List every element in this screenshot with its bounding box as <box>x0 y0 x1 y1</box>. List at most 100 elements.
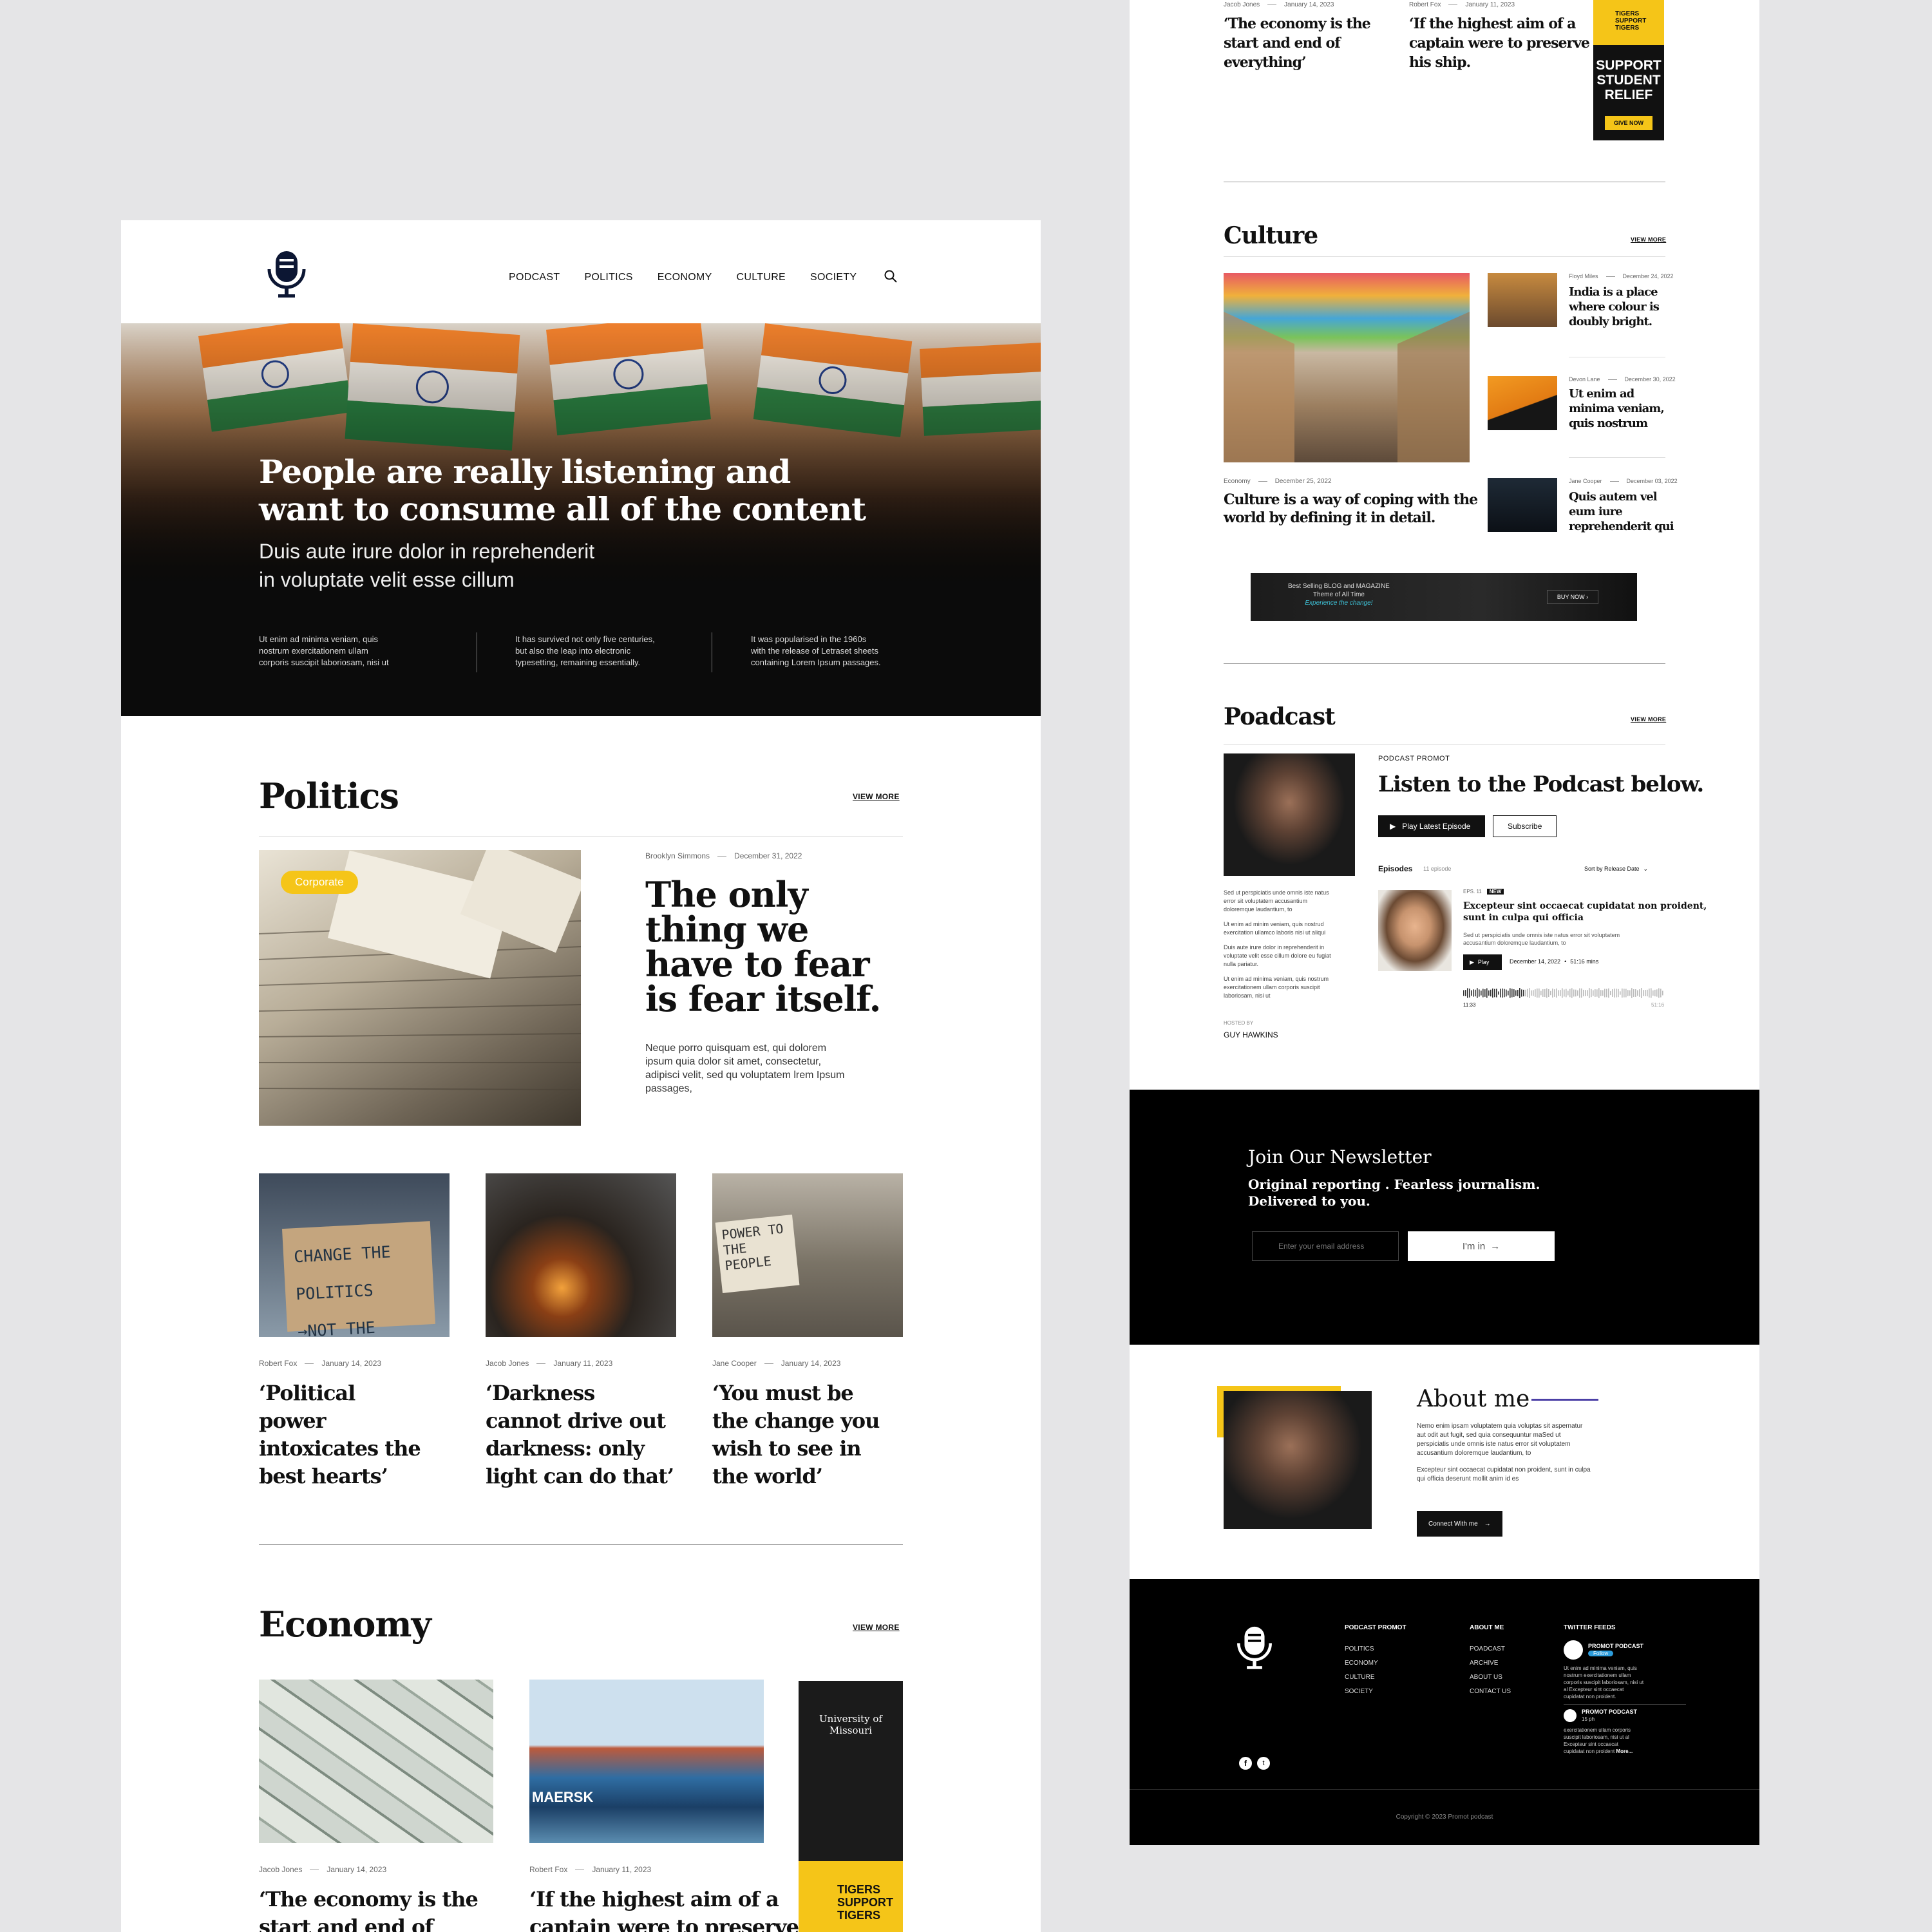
footer-link[interactable]: ECONOMY <box>1345 1660 1406 1667</box>
episode-play-button[interactable]: ▶ Play <box>1463 954 1502 970</box>
waveform-bar <box>1581 988 1582 998</box>
waveform-bar <box>1527 989 1528 998</box>
waveform-bar <box>1651 988 1652 998</box>
subscribe-button[interactable]: Subscribe <box>1493 815 1557 837</box>
waveform-bar <box>1649 989 1650 998</box>
text-line: Ut enim ad minim veniam, quis nostrud <box>1224 921 1324 927</box>
newsletter-submit-button[interactable]: I'm in → <box>1408 1231 1555 1261</box>
view-more-podcast[interactable]: VIEW MORE <box>1631 716 1666 723</box>
footer-logo[interactable] <box>1234 1623 1275 1671</box>
text-line: Sed ut perspiciatis unde omnis iste natu… <box>1224 889 1329 896</box>
newsletter-email-input[interactable] <box>1252 1231 1399 1261</box>
waveform-bar <box>1473 989 1474 997</box>
blog-theme-banner[interactable]: Best Selling BLOG and MAGAZINE Theme of … <box>1251 573 1637 621</box>
title-line: wish to see in <box>712 1436 862 1461</box>
economy-ad-banner[interactable]: University of Missouri TIGERS SUPPORT TI… <box>799 1681 903 1932</box>
card-title[interactable]: ‘Political power intoxicates the best heart… <box>259 1379 421 1490</box>
host-portrait <box>1224 753 1355 876</box>
culture-side-title[interactable]: Quis autem vel eum iure reprehenderit qui <box>1569 489 1674 534</box>
facebook-icon[interactable]: f <box>1239 1757 1252 1770</box>
title-line: ‘Political <box>259 1381 355 1405</box>
footer-link[interactable]: CULTURE <box>1345 1674 1406 1681</box>
newsletter-section <box>1130 1090 1759 1345</box>
more-link[interactable]: More... <box>1616 1748 1633 1754</box>
play-latest-button[interactable]: ▶ Play Latest Episode <box>1378 815 1485 837</box>
buy-now-button[interactable]: BUY NOW › <box>1547 590 1598 604</box>
waveform-bar <box>1631 988 1633 998</box>
waveform-bar <box>1477 988 1478 998</box>
view-more-politics[interactable]: VIEW MORE <box>853 792 900 801</box>
publish-date: January 14, 2023 <box>1284 1 1334 8</box>
footer-link[interactable]: CONTACT US <box>1470 1688 1511 1695</box>
connect-button[interactable]: Connect With me → <box>1417 1511 1502 1537</box>
section-title-culture: Culture <box>1224 222 1318 249</box>
footer-link[interactable]: ABOUT US <box>1470 1674 1511 1681</box>
nav-society[interactable]: SOCIETY <box>810 272 857 283</box>
view-more-economy[interactable]: VIEW MORE <box>853 1623 900 1632</box>
nav-podcast[interactable]: PODCAST <box>509 272 560 283</box>
hero-title-line: People are really listening and <box>259 453 791 491</box>
ad-line: STUDENT <box>1596 73 1661 88</box>
waveform-bar <box>1508 990 1509 996</box>
footer-link[interactable]: ARCHIVE <box>1470 1660 1511 1667</box>
waveform-bar <box>1529 988 1530 998</box>
search-icon[interactable] <box>884 269 898 283</box>
play-icon: ▶ <box>1390 822 1396 831</box>
card-title[interactable]: ‘The economy is the start and end of <box>259 1886 478 1932</box>
footer-link[interactable]: POLITICS <box>1345 1645 1406 1653</box>
waveform-bar <box>1562 988 1563 998</box>
nav-culture[interactable]: CULTURE <box>737 272 786 283</box>
nav-economy[interactable]: ECONOMY <box>658 272 712 283</box>
card-title[interactable]: ‘If the highest aim of a captain were to … <box>1409 14 1590 72</box>
episode-title[interactable]: Excepteur sint occaecat cupidatat non pr… <box>1463 900 1707 923</box>
total-time: 51:16 <box>1651 1002 1665 1008</box>
author-name: Brooklyn Simmons <box>645 851 710 860</box>
waveform-bar <box>1616 989 1617 998</box>
footer-col-about: ABOUT ME POADCAST ARCHIVE ABOUT US CONTACT … <box>1470 1624 1511 1702</box>
copyright: Copyright © 2023 Promot podcast <box>1396 1814 1493 1821</box>
follow-button[interactable]: Follow <box>1588 1651 1614 1656</box>
waveform-bar <box>1627 990 1629 996</box>
article-meta: Floyd Miles December 24, 2022 <box>1569 273 1674 279</box>
card-title[interactable]: ‘Darkness cannot drive out darkness: only l… <box>486 1379 674 1490</box>
card-title[interactable]: ‘You must be the change you wish to see in… <box>712 1379 880 1490</box>
waveform-bar <box>1654 989 1656 997</box>
waveform-bar <box>1610 990 1611 996</box>
home-page-right: Jacob Jones January 14, 2023 Robert Fox Ja… <box>1130 0 1759 1845</box>
headline-line: have to fear <box>645 943 870 985</box>
footer-link[interactable]: SOCIETY <box>1345 1688 1406 1695</box>
title-line: India is a place <box>1569 285 1658 299</box>
culture-side-title[interactable]: Ut enim ad minima veniam, quis nostrum <box>1569 386 1665 431</box>
author-name: Jacob Jones <box>1224 1 1260 8</box>
card-title[interactable]: ‘If the highest aim of a captain were to … <box>529 1886 799 1932</box>
headline-line: is fear itself. <box>645 978 881 1019</box>
waveform-bar <box>1500 989 1501 998</box>
banner-line: Best Selling BLOG and MAGAZINE <box>1288 583 1390 590</box>
footer-link[interactable]: POADCAST <box>1470 1645 1511 1653</box>
waveform-bar <box>1639 989 1640 997</box>
title-line: start and end of <box>1224 35 1341 52</box>
support-ad-banner[interactable]: TIGERS SUPPORT TIGERS SUPPORT STUDENT RELI… <box>1593 0 1664 140</box>
sort-dropdown[interactable]: Sort by Release Date ⌄ <box>1584 866 1648 873</box>
text-line: cupidatat non proident. <box>1564 1694 1616 1700</box>
audio-waveform[interactable] <box>1463 987 1665 999</box>
title-line: start and end of <box>259 1915 433 1932</box>
social-links: f t <box>1239 1757 1270 1770</box>
subtitle-line: Original reporting . Fearless journalism… <box>1248 1177 1540 1192</box>
new-badge: NEW <box>1486 889 1504 895</box>
twitter-icon[interactable]: t <box>1257 1757 1270 1770</box>
culture-main-title[interactable]: Culture is a way of coping with the world… <box>1224 491 1478 527</box>
card-title[interactable]: ‘The economy is the start and end of every… <box>1224 14 1371 72</box>
divider <box>1224 663 1665 664</box>
culture-side-title[interactable]: India is a place where colour is doubly br… <box>1569 285 1660 329</box>
give-now-button[interactable]: GIVE NOW <box>1605 116 1653 130</box>
text-line: al Excepteur sint occaecat <box>1564 1687 1624 1692</box>
nav-politics[interactable]: POLITICS <box>584 272 632 283</box>
feature-headline[interactable]: The only thing we have to fear is fear itse… <box>645 877 881 1019</box>
category-tag[interactable]: Corporate <box>281 871 358 894</box>
microphone-icon <box>267 251 306 298</box>
waveform-bar <box>1569 989 1571 998</box>
site-logo[interactable] <box>264 247 309 299</box>
view-more-culture[interactable]: VIEW MORE <box>1631 236 1666 243</box>
footer-twitter-feed: TWITTER FEEDS PROMOT PODCAST Follow Ut en… <box>1564 1624 1686 1755</box>
